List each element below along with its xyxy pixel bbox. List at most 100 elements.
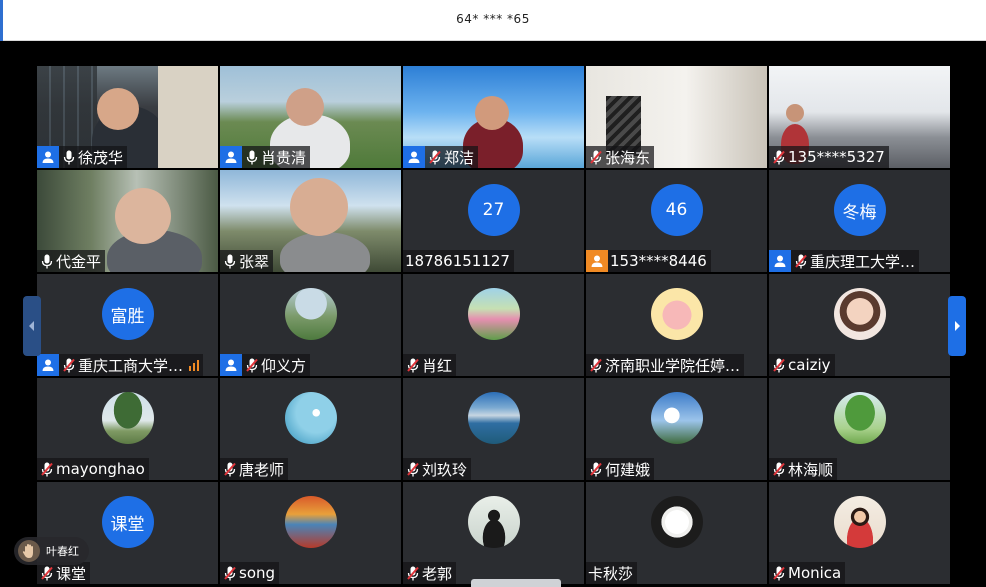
participant-avatar-image [467, 496, 520, 548]
participant-tile[interactable]: 27 18786151127 [403, 170, 584, 272]
participant-tile[interactable]: 唐老师 [220, 378, 401, 480]
participant-name: 代金平 [56, 252, 102, 271]
participant-tile[interactable]: 富胜 重庆工商大学… [37, 274, 218, 376]
scroll-handle[interactable] [471, 579, 561, 587]
person-head [115, 188, 171, 244]
mic-muted-icon [223, 461, 237, 477]
participant-tile[interactable]: 张海东 [586, 66, 767, 168]
participant-avatar: 27 [467, 184, 520, 236]
participant-name: 仰义方 [261, 356, 307, 375]
participant-name: 卡秋莎 [588, 564, 634, 583]
mic-muted-icon [406, 357, 420, 373]
mic-icon [223, 253, 237, 269]
participant-avatar-image [284, 496, 337, 548]
user-icon [220, 146, 242, 168]
participant-avatar-image [833, 288, 886, 340]
participant-name: 肖贵清 [261, 148, 307, 167]
participant-avatar: 46 [650, 184, 703, 236]
person-head [475, 96, 509, 130]
participant-tile[interactable]: 郑洁 [403, 66, 584, 168]
participant-tile[interactable]: 老郭 [403, 482, 584, 584]
participant-tile[interactable]: 课堂 课堂 [37, 482, 218, 584]
mic-muted-icon [406, 565, 420, 581]
name-bar: 重庆工商大学… [37, 354, 204, 376]
participant-tile[interactable]: 刘玖玲 [403, 378, 584, 480]
participant-name: 153****8446 [610, 252, 707, 270]
participant-tile[interactable]: 济南职业学院任婷… [586, 274, 767, 376]
participant-name: mayonghao [56, 460, 145, 478]
participant-avatar-image [833, 496, 886, 548]
user-icon [37, 146, 59, 168]
participant-name: 唐老师 [239, 460, 285, 479]
participant-tile[interactable]: 冬梅重庆理工大学… [769, 170, 950, 272]
participant-tile[interactable]: mayonghao [37, 378, 218, 480]
participant-avatar-image [467, 288, 520, 340]
raised-hand-chip[interactable]: 叶春红 [14, 537, 89, 565]
user-icon [586, 250, 608, 272]
participant-tile[interactable]: 代金平 [37, 170, 218, 272]
person-head [786, 104, 804, 122]
participant-tile[interactable]: 卡秋莎 [586, 482, 767, 584]
person-body [280, 232, 370, 272]
name-bar: 仰义方 [220, 354, 311, 376]
participant-avatar: 课堂 [101, 496, 154, 548]
name-bar: song [220, 562, 280, 584]
next-page-button[interactable] [948, 296, 966, 356]
signal-strength-icon [189, 359, 200, 371]
participant-name: Monica [788, 564, 842, 582]
mic-muted-icon [589, 149, 603, 165]
name-bar: 卡秋莎 [586, 562, 638, 584]
participant-name: 18786151127 [405, 252, 510, 270]
participant-tile[interactable]: caiziy [769, 274, 950, 376]
name-bar: 153****8446 [586, 250, 711, 272]
participant-avatar-image [101, 392, 154, 444]
name-bar: 济南职业学院任婷… [586, 354, 745, 376]
participant-name: 张海东 [605, 148, 651, 167]
participant-name: 徐茂华 [78, 148, 124, 167]
participant-name: caiziy [788, 356, 831, 374]
mic-muted-icon [223, 565, 237, 581]
name-bar: mayonghao [37, 458, 149, 480]
name-bar: 代金平 [37, 250, 106, 272]
participant-avatar: 冬梅 [833, 184, 886, 236]
participant-tile[interactable]: 张翠 [220, 170, 401, 272]
participant-name: 郑洁 [444, 148, 475, 167]
mic-muted-icon [772, 565, 786, 581]
participant-name: 刘玖玲 [422, 460, 468, 479]
user-icon [403, 146, 425, 168]
participant-name: 重庆工商大学… [78, 356, 184, 375]
participant-name: 何建娥 [605, 460, 651, 479]
participant-grid: 徐茂华 肖贵清 郑洁 张海东 135****5327 代金平 张翠 27 18786151127… [37, 66, 952, 586]
participant-tile[interactable]: 仰义方 [220, 274, 401, 376]
mic-muted-icon [772, 461, 786, 477]
participant-avatar-image [284, 288, 337, 340]
participant-avatar-image [467, 392, 520, 444]
participant-tile[interactable]: song [220, 482, 401, 584]
name-bar: 肖贵清 [220, 146, 311, 168]
participant-tile[interactable]: 46 153****8446 [586, 170, 767, 272]
participant-tile[interactable]: 何建娥 [586, 378, 767, 480]
mic-icon [40, 253, 54, 269]
mic-muted-icon [406, 461, 420, 477]
participant-name: 张翠 [239, 252, 270, 271]
mic-muted-icon [245, 357, 259, 373]
prev-page-button[interactable] [23, 296, 41, 356]
mic-muted-icon [428, 149, 442, 165]
mic-muted-icon [772, 149, 786, 165]
participant-name: song [239, 564, 276, 582]
participant-tile[interactable]: 肖贵清 [220, 66, 401, 168]
participant-tile[interactable]: 135****5327 [769, 66, 950, 168]
participant-name: 135****5327 [788, 148, 885, 166]
participant-name: 济南职业学院任婷… [605, 356, 741, 375]
mic-muted-icon [589, 461, 603, 477]
name-bar: 唐老师 [220, 458, 289, 480]
participant-name: 重庆理工大学… [810, 252, 916, 271]
participant-tile[interactable]: 林海顺 [769, 378, 950, 480]
participant-tile[interactable]: 徐茂华 [37, 66, 218, 168]
name-bar: 肖红 [403, 354, 457, 376]
participant-tile[interactable]: 肖红 [403, 274, 584, 376]
mic-muted-icon [40, 461, 54, 477]
participant-name: 林海顺 [788, 460, 834, 479]
participant-tile[interactable]: Monica [769, 482, 950, 584]
user-icon [220, 354, 242, 376]
